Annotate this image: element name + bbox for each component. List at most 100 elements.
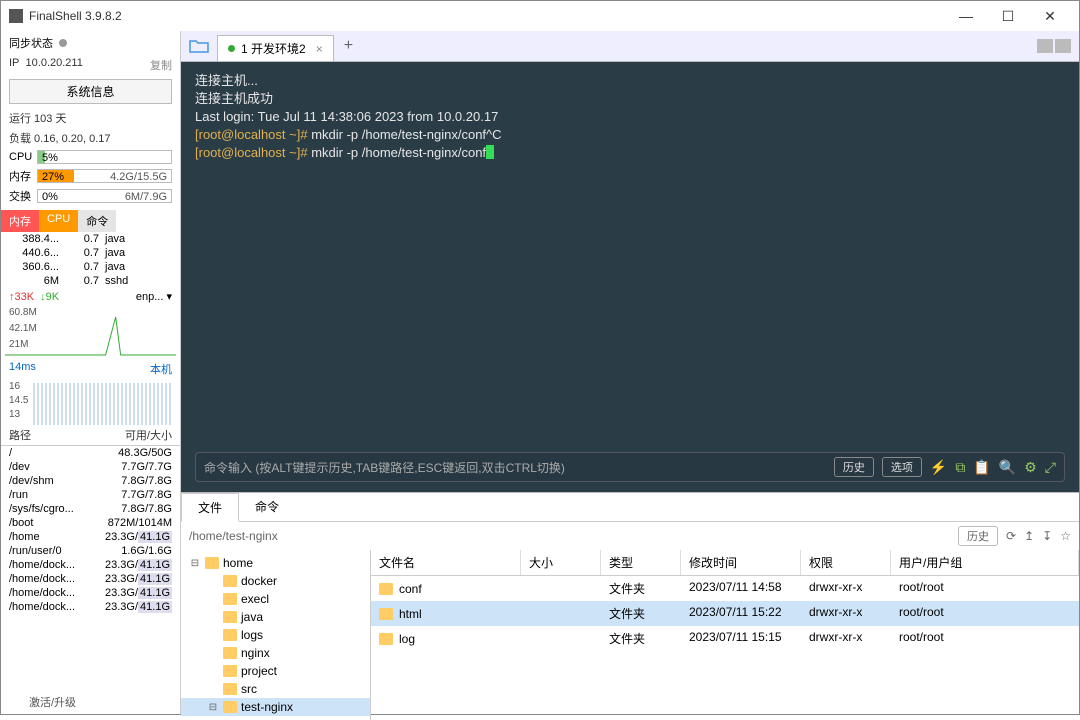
folder-icon [379,583,393,595]
folder-icon [379,608,393,620]
ping-row: 14ms 本机 [1,359,180,379]
close-button[interactable]: ✕ [1029,1,1071,31]
tree-node[interactable]: ⊟home [181,554,370,572]
minimize-button[interactable]: — [945,1,987,31]
file-row[interactable]: html文件夹2023/07/11 15:22drwxr-xr-xroot/ro… [371,601,1079,626]
net-download: ↓9K [40,291,59,303]
copy-ip-button[interactable]: 复制 [150,57,172,73]
load-avg: 负载 0.16, 0.20, 0.17 [1,128,180,148]
ping-value: 14ms [9,361,36,377]
view-list-icon[interactable] [1055,39,1071,53]
title-bar: FinalShell 3.9.8.2 — ☐ ✕ [1,1,1079,31]
ping-graph: 16 14.5 13 [5,381,176,423]
process-row[interactable]: 6M0.7sshd [1,274,180,288]
upload-icon[interactable]: ↥ [1024,529,1034,543]
folder-tree[interactable]: ⊟homedockerexecljavalogsnginxprojectsrc⊟… [181,550,371,720]
tree-node[interactable]: ⊟test-nginx [181,698,370,716]
process-row[interactable]: 388.4...0.7java [1,232,180,246]
expand-icon[interactable]: ⤢ [1045,459,1056,476]
folder-icon [223,647,237,659]
cpu-meter: CPU 5% [1,148,180,166]
folder-icon [223,575,237,587]
net-upload: ↑33K [9,291,34,303]
disk-row[interactable]: /run7.7G/7.8G [1,488,180,502]
uptime: 运行 103 天 [1,108,180,128]
ping-host[interactable]: 本机 [150,361,172,377]
process-row[interactable]: 440.6...0.7java [1,246,180,260]
disk-row[interactable]: /home/dock...23.3G/41.1G [1,586,180,600]
disk-row[interactable]: /dev7.7G/7.7G [1,460,180,474]
process-table: 388.4...0.7java440.6...0.7java360.6...0.… [1,232,180,288]
tree-node[interactable]: nginx [181,644,370,662]
history-button[interactable]: 历史 [834,457,874,477]
settings-icon[interactable]: ⚙ [1024,459,1037,476]
proc-sort-tabs[interactable]: 内存 CPU 命令 [1,210,180,232]
disk-row[interactable]: /dev/shm7.8G/7.8G [1,474,180,488]
disk-row[interactable]: /home/dock...23.3G/41.1G [1,558,180,572]
tab-label: 1 开发环境2 [241,40,306,57]
maximize-button[interactable]: ☐ [987,1,1029,31]
download-icon[interactable]: ↧ [1042,529,1052,543]
disk-row[interactable]: /run/user/01.6G/1.6G [1,544,180,558]
network-graph: 60.8M 42.1M 21M [5,307,176,357]
file-row[interactable]: log文件夹2023/07/11 15:15drwxr-xr-xroot/roo… [371,626,1079,651]
process-row[interactable]: 360.6...0.7java [1,260,180,274]
refresh-icon[interactable]: ⟳ [1006,529,1016,543]
cursor-icon [486,145,494,159]
tree-node[interactable]: src [181,680,370,698]
command-input-bar[interactable]: 命令输入 (按ALT键提示历史,TAB键路径,ESC键返回,双击CTRL切换) … [195,452,1065,482]
file-list[interactable]: 文件名 大小 类型 修改时间 权限 用户/用户组 conf文件夹2023/07/… [371,550,1079,720]
tree-node[interactable]: project [181,662,370,680]
disk-row[interactable]: /home23.3G/41.1G [1,530,180,544]
activate-link[interactable]: 激活/升级 [1,690,180,714]
sync-status: 同步状态 [1,31,180,55]
sync-dot-icon [59,39,67,47]
open-session-icon[interactable] [185,35,213,57]
terminal[interactable]: 连接主机... 连接主机成功 Last login: Tue Jul 11 14… [181,62,1079,492]
new-tab-button[interactable]: + [334,37,363,55]
disk-row[interactable]: /boot872M/1014M [1,516,180,530]
folder-icon [223,593,237,605]
expand-icon[interactable]: ⊟ [207,702,219,713]
session-tab[interactable]: 1 开发环境2 × [217,35,334,61]
tree-node[interactable]: docker [181,572,370,590]
current-path[interactable]: /home/test-nginx [189,529,950,543]
search-icon[interactable]: 🔍 [999,459,1016,476]
tab-file[interactable]: 文件 [181,493,239,522]
lower-tabs: 文件 命令 [181,493,1079,522]
file-row[interactable]: conf文件夹2023/07/11 14:58drwxr-xr-xroot/ro… [371,576,1079,601]
disk-row[interactable]: /home/dock...23.3G/41.1G [1,600,180,614]
tree-node[interactable]: logs [181,626,370,644]
tab-command[interactable]: 命令 [239,493,295,521]
close-tab-icon[interactable]: × [316,42,323,56]
path-bar: /home/test-nginx 历史 ⟳ ↥ ↧ ☆ [181,522,1079,550]
disk-row[interactable]: /48.3G/50G [1,446,180,460]
bookmark-icon[interactable]: ☆ [1060,529,1071,543]
app-title: FinalShell 3.9.8.2 [29,9,122,23]
tab-cmd[interactable]: 命令 [78,210,116,232]
mem-meter: 内存 27%4.2G/15.5G [1,166,180,186]
path-history-button[interactable]: 历史 [958,526,998,546]
folder-icon [223,701,237,713]
bolt-icon[interactable]: ⚡ [930,459,947,476]
ip-value: 10.0.20.211 [26,57,83,73]
tab-cpu[interactable]: CPU [39,210,78,232]
paste-icon[interactable]: 📋 [973,459,990,476]
system-info-button[interactable]: 系统信息 [9,79,172,104]
ip-label: IP [9,57,19,73]
session-tabbar: 1 开发环境2 × + [181,31,1079,62]
view-grid-icon[interactable] [1037,39,1053,53]
disk-row[interactable]: /sys/fs/cgro...7.8G/7.8G [1,502,180,516]
tree-node[interactable]: java [181,608,370,626]
disk-row[interactable]: /home/dock...23.3G/41.1G [1,572,180,586]
expand-icon[interactable]: ⊟ [189,558,201,569]
folder-icon [223,683,237,695]
tree-node[interactable]: execl [181,590,370,608]
options-button[interactable]: 选项 [882,457,922,477]
status-dot-icon [228,45,235,52]
net-iface-select[interactable]: enp... ▾ [136,290,172,303]
copy-icon[interactable]: ⧉ [955,459,965,476]
folder-icon [223,611,237,623]
tab-mem[interactable]: 内存 [1,210,39,232]
app-logo-icon [9,9,23,23]
